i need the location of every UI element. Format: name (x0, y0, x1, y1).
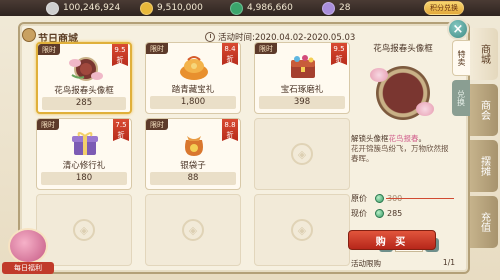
discount-value: 9.5 (114, 46, 126, 54)
unlock-description: 解锁头像框花鸟报春。 (351, 134, 455, 144)
item-name: 花鸟报春头像框 (54, 86, 114, 96)
discount-badge: 9.5 折 (112, 44, 128, 66)
close-button[interactable]: × (447, 18, 469, 40)
avatar-frame-icon (69, 57, 103, 81)
item-card-cultivation-gift[interactable]: 限时 7.5 折 清心修行礼 180 (36, 118, 132, 190)
jade-value: 4,986,660 (247, 3, 293, 13)
purchase-limit-value: 1/1 (442, 258, 455, 267)
emblem-icon: ◈ (73, 219, 95, 241)
daily-welfare-label: 每日福利 (2, 262, 54, 274)
limited-tag: 限时 (146, 119, 168, 130)
original-price-label: 原价 (351, 193, 367, 203)
current-price-label: 现价 (351, 208, 367, 218)
item-name: 银袋子 (180, 161, 206, 171)
side-tab-guild[interactable]: 商会 (470, 84, 498, 136)
discount-badge: 8.8 折 (222, 119, 238, 141)
detail-title: 花鸟报春头像框 (373, 44, 433, 54)
item-name: 踏青藏宝礼 (171, 85, 215, 95)
item-card-treasure-gift[interactable]: 限时 8.4 折 踏青藏宝礼 1,800 (145, 42, 241, 114)
treasure-gift-icon (180, 56, 208, 80)
jade-coin-icon (375, 193, 384, 203)
discount-badge: 8.4 折 (222, 43, 238, 65)
buy-button[interactable]: 购 买 (348, 230, 436, 250)
purchase-limit-row: 活动限购 1/1 (351, 258, 455, 269)
discount-unit: 折 (226, 55, 234, 63)
side-tabs: 商城 商会 摆摊 充值 (470, 22, 500, 274)
energy-icon (322, 1, 335, 15)
discount-value: 8.8 (224, 121, 236, 129)
silver-pouch-icon (185, 136, 203, 156)
item-card-silver-pouch[interactable]: 限时 8.8 折 银袋子 88 (145, 118, 241, 190)
side-tab-mall[interactable]: 商城 (470, 28, 498, 80)
shop-title-ornament-icon (22, 28, 36, 42)
energy-currency: 28 (322, 1, 350, 15)
discount-badge: 7.5 折 (113, 119, 129, 141)
item-price: 285 (42, 97, 126, 110)
close-icon: × (452, 21, 464, 37)
limited-tag: 限时 (146, 43, 168, 54)
flower-icon (416, 102, 434, 116)
item-price: 398 (259, 96, 345, 109)
strikethrough-line (386, 198, 454, 199)
daily-welfare-button[interactable]: 每日福利 (2, 228, 54, 278)
daily-gift-icon (8, 228, 48, 264)
silver-coin-icon (46, 1, 59, 15)
current-price-value: 285 (387, 208, 403, 218)
discount-unit: 折 (116, 56, 124, 64)
discount-unit: 折 (117, 131, 125, 139)
side-tab-recharge[interactable]: 充值 (470, 196, 498, 248)
silver-currency: 100,246,924 (46, 1, 120, 15)
item-price: 1,800 (150, 96, 236, 109)
unlock-prefix: 解锁头像框 (351, 134, 389, 143)
jade-coin-icon (375, 208, 384, 218)
current-price-row: 现价 285 (351, 207, 402, 219)
avatar-frame-preview-icon (368, 58, 438, 128)
gold-currency: 9,510,000 (140, 1, 203, 15)
tab-special-sale[interactable]: 特卖 (452, 40, 470, 76)
gem-chest-icon (291, 55, 315, 78)
discount-value: 8.4 (224, 45, 236, 53)
discount-value: 7.5 (115, 121, 127, 129)
gold-coin-icon (140, 1, 153, 15)
purple-gift-box-icon (72, 132, 98, 155)
flavor-text: 花开锦簇鸟纷飞，万物欣然报春晖。 (351, 144, 449, 163)
purchase-limit-label: 活动限购 (351, 259, 381, 268)
currency-bar: 100,246,924 9,510,000 4,986,660 28 积分兑换 (0, 0, 500, 16)
gold-value: 9,510,000 (157, 3, 203, 13)
unlock-frame-name: 花鸟报春 (388, 134, 419, 143)
side-tab-stall[interactable]: 摆摊 (470, 140, 498, 192)
tab-exchange[interactable]: 兑换 (452, 80, 470, 116)
discount-unit: 折 (226, 131, 234, 139)
item-name: 清心修行礼 (62, 161, 106, 171)
item-name: 宝石琢磨礼 (280, 85, 324, 95)
emblem-icon: ◈ (291, 143, 313, 165)
item-card-avatar-frame[interactable]: 限时 9.5 折 花鸟报春头像框 285 (36, 42, 132, 114)
empty-slot: ◈ (254, 194, 350, 266)
jade-currency-icon (230, 1, 243, 15)
silver-value: 100,246,924 (63, 3, 121, 13)
flower-icon (370, 68, 388, 82)
emblem-icon: ◈ (291, 219, 313, 241)
item-card-gem-gift[interactable]: 限时 9.5 折 宝石琢磨礼 398 (254, 42, 350, 114)
empty-slot: ◈ (254, 118, 350, 190)
discount-unit: 折 (335, 55, 343, 63)
points-exchange-label: 积分兑换 (430, 4, 458, 12)
discount-badge: 9.5 折 (331, 43, 347, 65)
empty-slot: ◈ (145, 194, 241, 266)
limited-tag: 限时 (255, 43, 277, 54)
jade-currency: 4,986,660 (230, 1, 293, 15)
limited-tag: 限时 (38, 44, 60, 55)
points-exchange-button[interactable]: 积分兑换 (424, 1, 464, 15)
discount-value: 9.5 (333, 45, 345, 53)
item-grid: 限时 9.5 折 花鸟报春头像框 285 限时 8.4 折 踏青藏宝礼 1,80… (36, 42, 351, 274)
item-price: 88 (150, 172, 236, 185)
limited-tag: 限时 (37, 119, 59, 130)
energy-value: 28 (339, 3, 351, 13)
emblem-icon: ◈ (182, 219, 204, 241)
item-price: 180 (41, 172, 127, 185)
clock-icon (205, 32, 215, 42)
unlock-suffix: 。 (418, 134, 427, 143)
